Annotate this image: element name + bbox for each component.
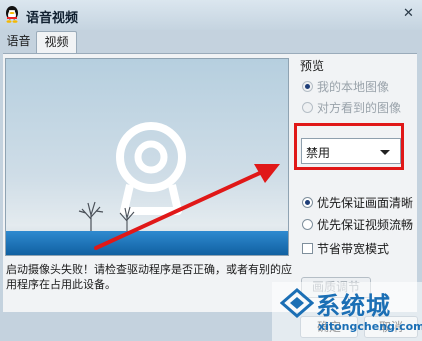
radio-smooth-video[interactable]: 优先保证视频流畅: [302, 216, 413, 233]
tree-icon: [119, 206, 135, 231]
radio-button[interactable]: [302, 102, 313, 113]
radio-label: 优先保证视频流畅: [317, 218, 414, 232]
radio-remote-image[interactable]: 对方看到的图像: [302, 99, 401, 116]
watermark-url: xitongcheng.com: [318, 320, 422, 333]
tree-icon: [78, 201, 104, 231]
site-watermark: 系统城 xitongcheng.com: [272, 282, 422, 341]
radio-button[interactable]: [302, 219, 313, 230]
radio-button[interactable]: [302, 197, 313, 208]
tab-video[interactable]: 视频: [36, 31, 77, 53]
radio-label: 对方看到的图像: [317, 101, 402, 115]
camera-preview: [5, 58, 289, 256]
tab-audio[interactable]: 语音: [3, 31, 34, 52]
radio-button[interactable]: [302, 81, 313, 92]
webcam-icon: [116, 122, 186, 215]
radio-clear-picture[interactable]: 优先保证画面清晰: [302, 194, 413, 211]
camera-error-message: 启动摄像头失败！请检查驱动程序是否正确，或者有别的应用程序在占用此设备。: [6, 263, 292, 291]
window-title: 语音视频: [26, 11, 79, 26]
title-bar: 语音视频 ✕: [0, 0, 422, 30]
preview-sea-band: [6, 231, 288, 255]
preview-section-label: 预览: [300, 59, 325, 73]
bandwidth-saver-option[interactable]: 节省带宽模式: [302, 240, 389, 257]
checkbox-label: 节省带宽模式: [317, 242, 390, 256]
bandwidth-saver-checkbox[interactable]: [302, 243, 313, 254]
annotation-highlight-box: [294, 123, 404, 170]
watermark-logo-icon: [280, 288, 314, 318]
radio-label: 优先保证画面清晰: [317, 196, 414, 210]
watermark-name: 系统城: [316, 292, 391, 320]
qq-penguin-icon: [6, 6, 18, 23]
radio-local-image[interactable]: 我的本地图像: [302, 78, 389, 95]
close-button[interactable]: ✕: [401, 6, 416, 21]
radio-label: 我的本地图像: [317, 80, 390, 94]
